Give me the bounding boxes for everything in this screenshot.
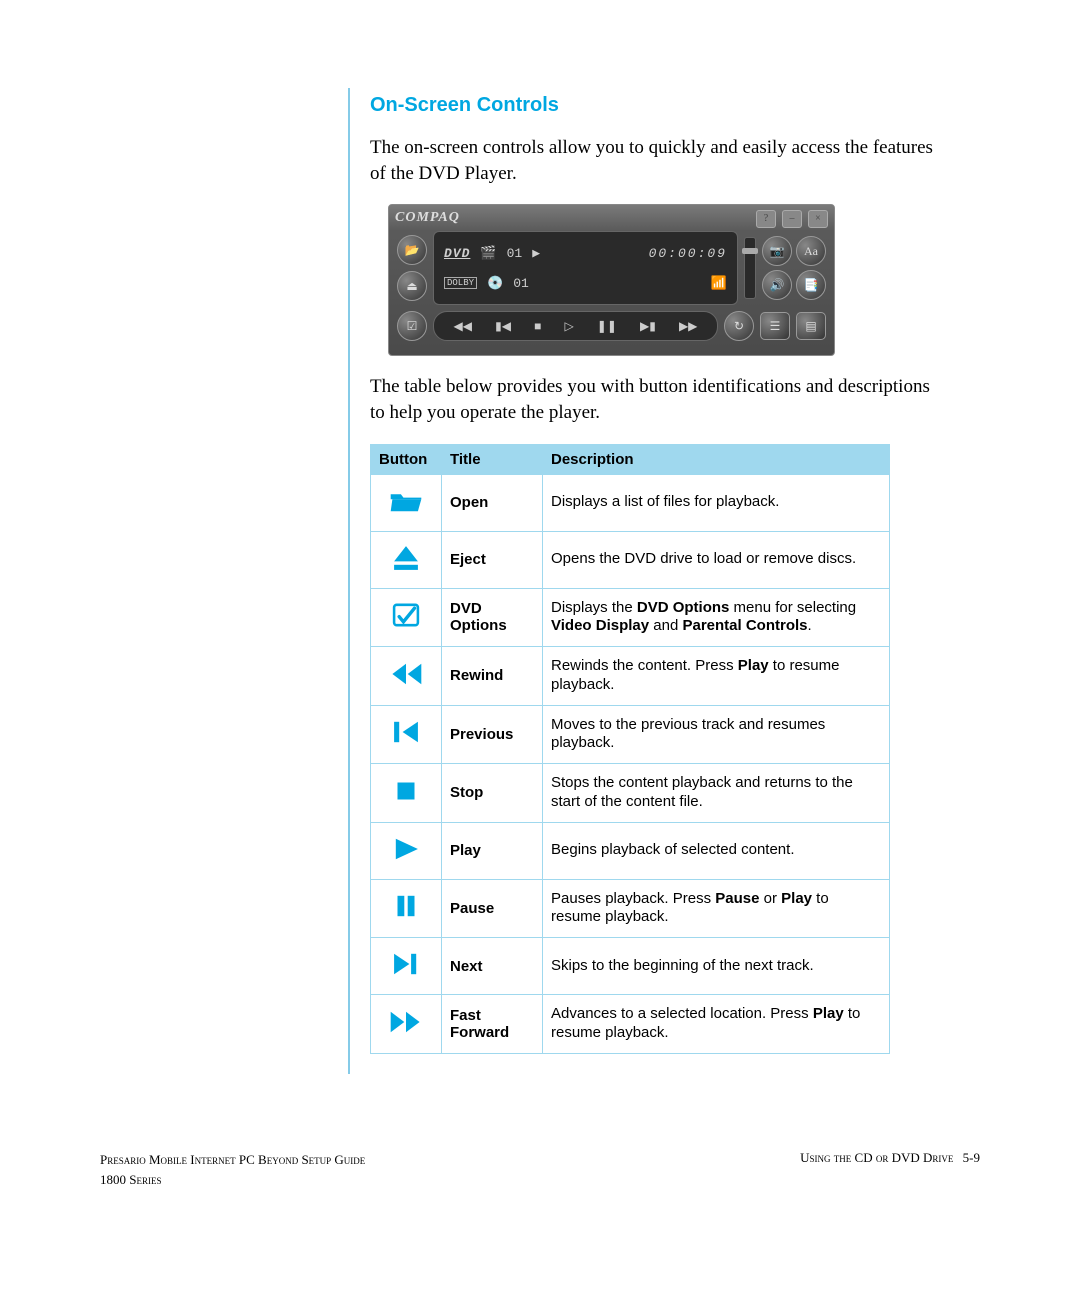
next-icon: ▶▮ (640, 319, 656, 334)
footer-guide-title: Mobile Internet PC Beyond Setup Guide (146, 1152, 366, 1167)
stop-icon (371, 764, 442, 823)
stop-icon: ■ (534, 319, 541, 334)
col-title: Title (442, 444, 543, 474)
player-titlebar: COMPAQ ? – × (389, 205, 834, 231)
chapter-number: 01 (507, 246, 523, 261)
next-icon (371, 938, 442, 995)
footer-product: Presario (100, 1152, 146, 1167)
button-title: Stop (442, 764, 543, 823)
button-description: Pauses playback. Press Pause or Play to … (543, 879, 890, 938)
button-title: DVD Options (442, 588, 543, 647)
button-title: Eject (442, 531, 543, 588)
table-row: OpenDisplays a list of files for playbac… (371, 474, 890, 531)
angle-icon: 📷 (762, 236, 792, 266)
button-description: Stops the content playback and returns t… (543, 764, 890, 823)
fastforward-icon: ▶▶ (679, 319, 697, 334)
table-row: PreviousMoves to the previous track and … (371, 705, 890, 764)
button-title: Rewind (442, 647, 543, 706)
table-row: PlayBegins playback of selected content. (371, 822, 890, 879)
repeat-icon: ↻ (724, 311, 754, 341)
table-row: Fast ForwardAdvances to a selected locat… (371, 995, 890, 1054)
player-brand: COMPAQ (395, 210, 460, 226)
button-reference-table: Button Title Description OpenDisplays a … (370, 444, 890, 1054)
page-number: 5-9 (963, 1150, 980, 1165)
table-row: EjectOpens the DVD drive to load or remo… (371, 531, 890, 588)
button-title: Play (442, 822, 543, 879)
table-row: PausePauses playback. Press Pause or Pla… (371, 879, 890, 938)
main-content: On-Screen Controls The on-screen control… (348, 88, 945, 1074)
close-icon: × (808, 210, 828, 228)
options-icon: ☑ (397, 311, 427, 341)
title-number: 01 (513, 276, 529, 291)
options-icon (371, 588, 442, 647)
dvd-player-illustration: COMPAQ ? – × 📂 ⏏ DVD 🎬 01 ▶ 00:00:09 (388, 204, 835, 356)
intro-paragraph: The on-screen controls allow you to quic… (370, 135, 945, 186)
player-display: DVD 🎬 01 ▶ 00:00:09 DOLBY 💿 01 📶 (433, 231, 738, 305)
rewind-icon: ◀◀ (454, 319, 472, 334)
table-row: NextSkips to the beginning of the next t… (371, 938, 890, 995)
media-label: DVD (444, 246, 470, 261)
footer-chapter: Using the CD or DVD Drive (800, 1150, 953, 1165)
transport-controls: ◀◀ ▮◀ ■ ▷ ❚❚ ▶▮ ▶▶ (433, 311, 718, 341)
col-button: Button (371, 444, 442, 474)
button-description: Moves to the previous track and resumes … (543, 705, 890, 764)
dolby-label: DOLBY (444, 277, 477, 289)
button-title: Pause (442, 879, 543, 938)
bookmark-icon: 📑 (796, 270, 826, 300)
button-description: Displays the DVD Options menu for select… (543, 588, 890, 647)
rewind-icon (371, 647, 442, 706)
open-icon: 📂 (397, 235, 427, 265)
fastforward-icon (371, 995, 442, 1054)
table-row: DVD OptionsDisplays the DVD Options menu… (371, 588, 890, 647)
button-title: Previous (442, 705, 543, 764)
footer-right: Using the CD or DVD Drive 5-9 (800, 1150, 980, 1189)
table-intro-paragraph: The table below provides you with button… (370, 374, 945, 425)
previous-icon (371, 705, 442, 764)
volume-slider (744, 237, 756, 299)
previous-icon: ▮◀ (495, 319, 511, 334)
button-description: Skips to the beginning of the next track… (543, 938, 890, 995)
button-description: Displays a list of files for playback. (543, 474, 890, 531)
button-title: Open (442, 474, 543, 531)
help-icon: ? (756, 210, 776, 228)
button-description: Opens the DVD drive to load or remove di… (543, 531, 890, 588)
pause-icon (371, 879, 442, 938)
menu-icon: ▤ (796, 312, 826, 340)
col-description: Description (543, 444, 890, 474)
window-buttons: ? – × (754, 208, 828, 228)
page-footer: Presario Mobile Internet PC Beyond Setup… (100, 1150, 980, 1189)
button-title: Fast Forward (442, 995, 543, 1054)
button-description: Begins playback of selected content. (543, 822, 890, 879)
open-icon (371, 474, 442, 531)
button-title: Next (442, 938, 543, 995)
pause-icon: ❚❚ (597, 319, 617, 334)
audio-icon: 🔊 (762, 270, 792, 300)
eject-icon: ⏏ (397, 271, 427, 301)
footer-left: Presario Mobile Internet PC Beyond Setup… (100, 1150, 365, 1189)
button-description: Rewinds the content. Press Play to resum… (543, 647, 890, 706)
play-icon (371, 822, 442, 879)
table-row: RewindRewinds the content. Press Play to… (371, 647, 890, 706)
play-icon: ▷ (564, 319, 573, 334)
minimize-icon: – (782, 210, 802, 228)
button-description: Advances to a selected location. Press P… (543, 995, 890, 1054)
time-display: 00:00:09 (649, 246, 727, 261)
subtitle-icon: Aa (796, 236, 826, 266)
table-row: StopStops the content playback and retur… (371, 764, 890, 823)
eject-icon (371, 531, 442, 588)
section-heading: On-Screen Controls (370, 94, 945, 117)
footer-series: 1800 Series (100, 1172, 161, 1187)
chapter-list-icon: ☰ (760, 312, 790, 340)
